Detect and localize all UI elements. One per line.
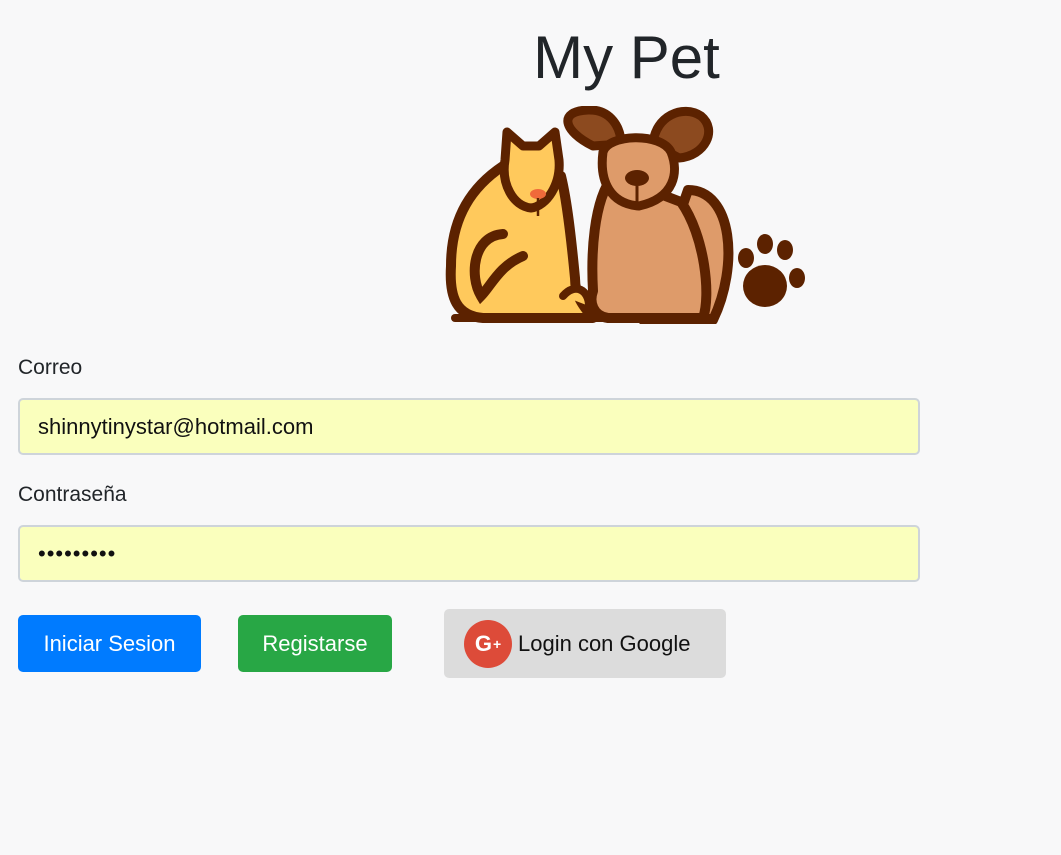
email-group: Correo bbox=[18, 352, 920, 455]
google-login-label: Login con Google bbox=[518, 630, 691, 656]
page-title: My Pet bbox=[533, 24, 720, 91]
google-login-button[interactable]: G + Login con Google bbox=[444, 609, 726, 678]
email-label: Correo bbox=[18, 356, 83, 379]
login-page: My Pet Correo shinnytinystar@hotmail.com… bbox=[0, 0, 1061, 855]
login-button[interactable]: Iniciar Sesion bbox=[18, 615, 201, 672]
action-buttons: Iniciar Sesion Registarse G + Login con G… bbox=[18, 609, 738, 679]
email-field[interactable] bbox=[18, 398, 920, 455]
google-icon-letter: G bbox=[474, 630, 492, 656]
cat-dog-logo-icon bbox=[445, 106, 805, 324]
login-form: Correo Contraseña bbox=[18, 352, 920, 582]
password-label: Contraseña bbox=[18, 483, 127, 506]
password-field[interactable] bbox=[18, 525, 920, 582]
password-group: Contraseña bbox=[18, 479, 920, 582]
paw-print-icon bbox=[738, 234, 805, 307]
register-button[interactable]: Registarse bbox=[238, 615, 392, 672]
google-plus-icon: G + bbox=[464, 619, 512, 668]
